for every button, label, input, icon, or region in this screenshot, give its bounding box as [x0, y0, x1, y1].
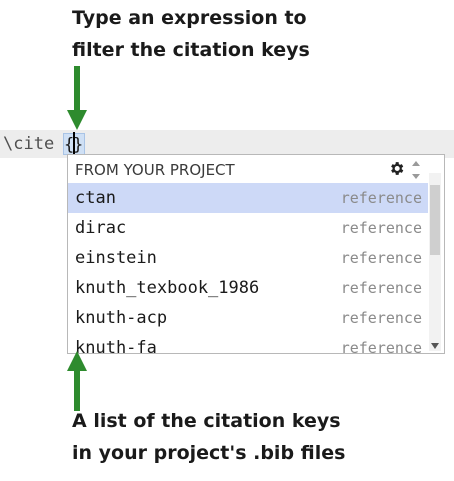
citation-key: knuth-fa [75, 338, 157, 354]
list-item[interactable]: knuth-acp reference [68, 303, 428, 333]
down-arrow-icon [67, 66, 87, 130]
sort-arrows-icon[interactable] [410, 159, 422, 181]
bottom-caption-line-1: A list of the citation keys [72, 410, 341, 432]
citation-type: reference [340, 279, 422, 297]
citation-autocomplete-popup[interactable]: FROM YOUR PROJECT ctan reference dirac r… [67, 154, 445, 354]
citation-type: reference [340, 219, 422, 237]
scroll-thumb[interactable] [430, 185, 440, 255]
citation-type: reference [340, 339, 422, 354]
citation-type: reference [340, 249, 422, 267]
scroll-down-icon[interactable] [431, 343, 439, 349]
citation-key: knuth-acp [75, 308, 168, 328]
popup-header-title: FROM YOUR PROJECT [75, 161, 235, 179]
cite-command: \cite [3, 134, 55, 154]
citation-key: knuth_texbook_1986 [75, 278, 260, 298]
popup-header: FROM YOUR PROJECT [68, 155, 444, 183]
top-caption: Type an expression to filter the citatio… [72, 2, 310, 66]
top-caption-line-2: filter the citation keys [72, 39, 310, 61]
up-arrow-icon [67, 351, 87, 411]
text-caret [73, 132, 75, 156]
top-caption-line-1: Type an expression to [72, 7, 307, 29]
list-item[interactable]: dirac reference [68, 213, 428, 243]
popup-scrollbar[interactable] [429, 173, 441, 351]
list-item[interactable]: knuth_texbook_1986 reference [68, 273, 428, 303]
gear-icon[interactable] [388, 160, 405, 177]
bottom-caption-line-2: in your project's .bib files [72, 442, 346, 464]
bottom-caption: A list of the citation keys in your proj… [72, 405, 345, 469]
list-item[interactable]: ctan reference [68, 183, 428, 213]
list-item[interactable]: einstein reference [68, 243, 428, 273]
citation-type: reference [340, 189, 422, 207]
citation-key-list: ctan reference dirac reference einstein … [68, 183, 428, 354]
list-item[interactable]: knuth-fa reference [68, 333, 428, 354]
citation-type: reference [340, 309, 422, 327]
citation-key: dirac [75, 218, 127, 238]
citation-key: einstein [75, 248, 157, 268]
citation-key: ctan [75, 188, 116, 208]
